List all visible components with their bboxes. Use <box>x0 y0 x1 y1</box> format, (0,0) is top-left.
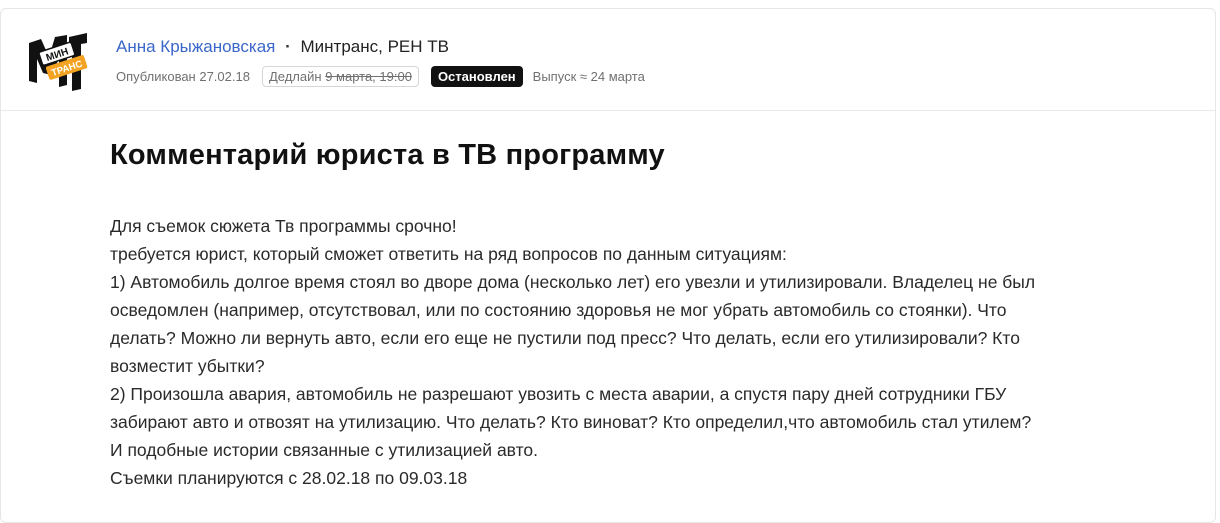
post-title: Комментарий юриста в ТВ программу <box>110 139 665 171</box>
body-line: 1) Автомобиль долгое время стоял во двор… <box>110 272 1036 292</box>
body-line: И подобные истории связанные с утилизаци… <box>110 440 538 460</box>
body-line: Съемки планируются с 28.02.18 по 09.03.1… <box>110 468 468 488</box>
body-line: делать? Можно ли вернуть авто, если его … <box>110 328 1020 348</box>
body-line: осведомлен (например, отсутствовал, или … <box>110 300 1007 320</box>
author-line: Анна Крыжановская · Минтранс, РЕН ТВ <box>116 36 449 58</box>
release-date: Выпуск ≈ 24 марта <box>532 68 645 84</box>
body-line: 2) Произошла авария, автомобиль не разре… <box>110 384 1007 404</box>
body-line: забирают авто и отвозят на утилизацию. Ч… <box>110 412 1032 432</box>
body-line: Для съемок сюжета Тв программы срочно! <box>110 216 457 236</box>
deadline-badge: Дедлайн 9 марта, 19:00 <box>261 65 419 87</box>
post-body: Для съемок сюжета Тв программы срочно! т… <box>110 212 1110 492</box>
request-card: МИН ТРАНС Анна Крыжановская · Минтранс, … <box>0 8 1216 523</box>
body-line: возместит убытки? <box>110 356 265 376</box>
card-header: МИН ТРАНС Анна Крыжановская · Минтранс, … <box>1 9 1215 111</box>
deadline-label: Дедлайн <box>268 68 322 84</box>
separator-dot: · <box>285 37 291 56</box>
published-date: Опубликован 27.02.18 <box>116 68 250 84</box>
meta-row: Опубликован 27.02.18 Дедлайн 9 марта, 19… <box>116 65 645 87</box>
deadline-value: 9 марта, 19:00 <box>325 68 412 84</box>
body-line: требуется юрист, который сможет ответить… <box>110 244 787 264</box>
mintrans-logo[interactable]: МИН ТРАНС <box>25 29 89 93</box>
status-badge: Остановлен <box>430 65 523 87</box>
author-name-link[interactable]: Анна Крыжановская <box>116 37 275 56</box>
organization-name: Минтранс, РЕН ТВ <box>300 37 449 56</box>
